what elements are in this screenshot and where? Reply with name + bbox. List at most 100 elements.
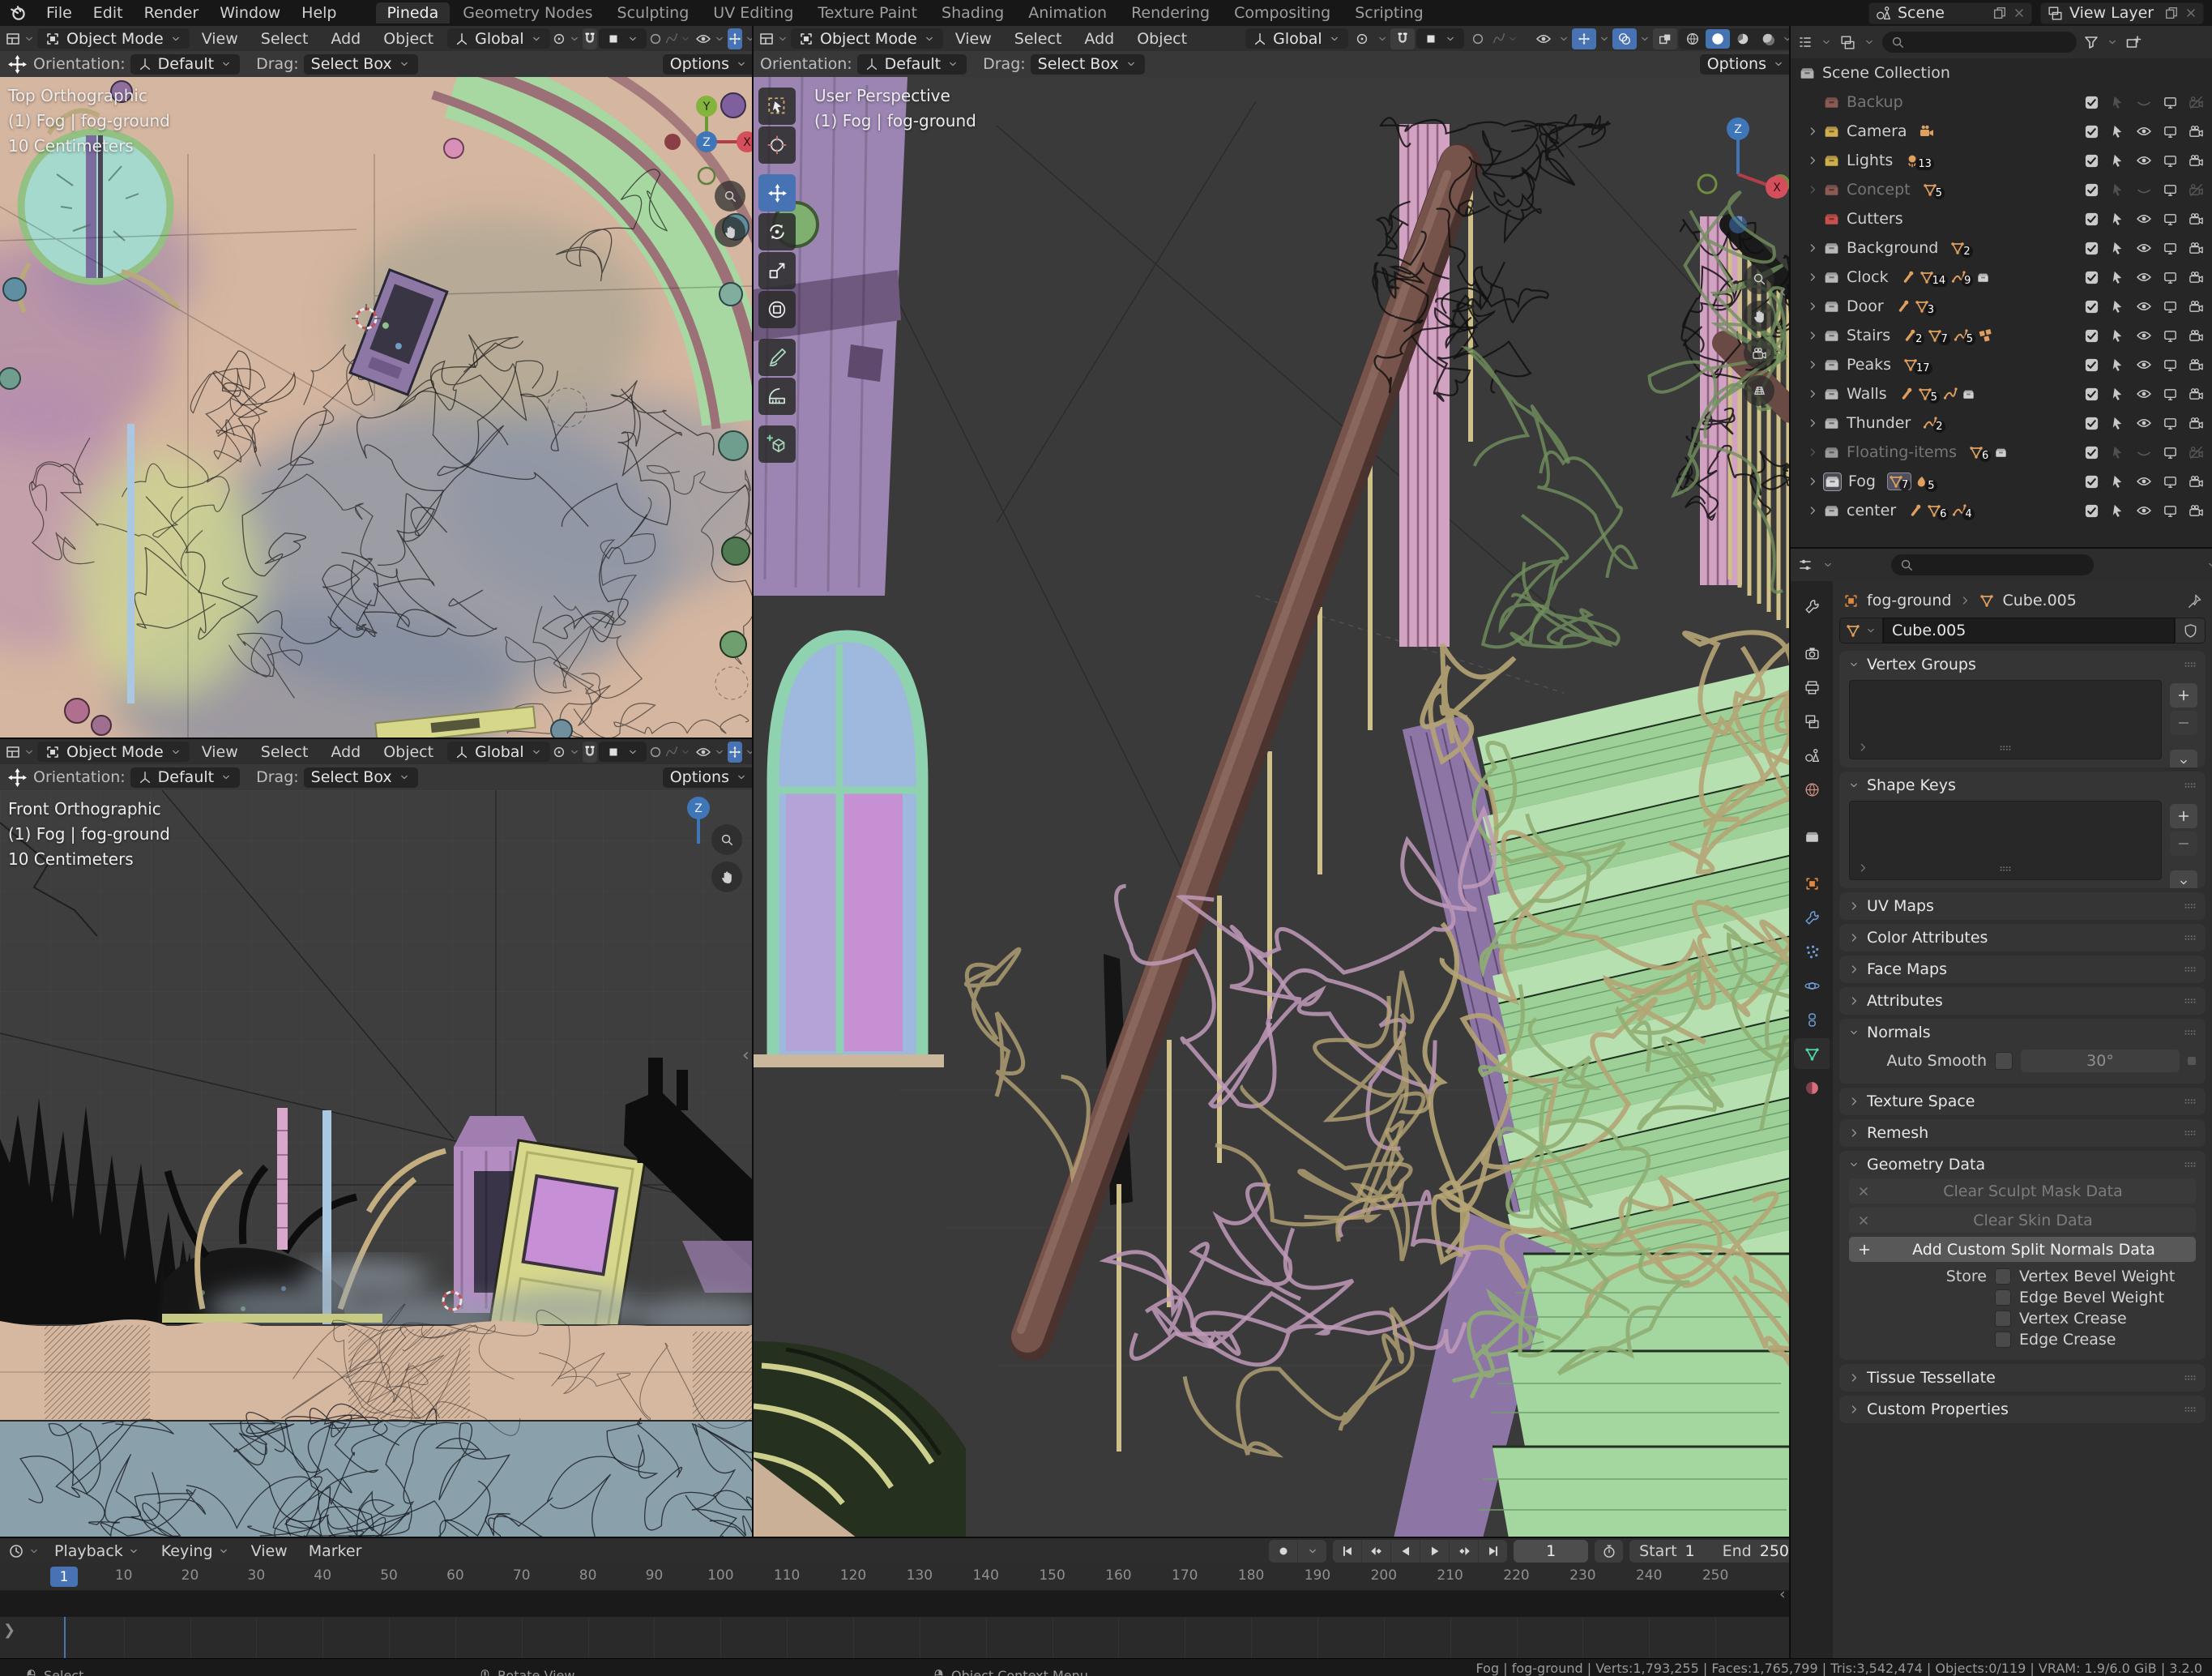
plank-object[interactable]	[127, 424, 135, 703]
expand-arrow-icon[interactable]	[1802, 446, 1823, 459]
mode-dropdown[interactable]: Object Mode	[37, 28, 190, 49]
auto-smooth-angle-field[interactable]: 30°	[2021, 1050, 2180, 1072]
panel-grip-icon[interactable]	[2183, 962, 2197, 977]
xray-toggle-icon[interactable]	[1653, 28, 1677, 49]
options-dropdown[interactable]: Options	[1699, 53, 1792, 75]
selectable-icon[interactable]	[2110, 416, 2125, 431]
disable-viewport-icon[interactable]	[2163, 182, 2178, 198]
panel-face-maps-header[interactable]: Face Maps	[1839, 956, 2206, 983]
disable-render-icon[interactable]	[2189, 182, 2204, 198]
expand-arrow-icon[interactable]	[1802, 358, 1823, 371]
panel-grip-icon[interactable]	[2183, 1370, 2197, 1385]
disable-viewport-icon[interactable]	[2163, 503, 2178, 519]
properties-tab-world[interactable]	[1794, 774, 1830, 805]
expand-arrow-icon[interactable]	[1802, 475, 1823, 488]
properties-tab-constraints[interactable]	[1794, 1004, 1830, 1035]
array-data-icon[interactable]	[1978, 327, 1994, 344]
keying-set-dropdown[interactable]	[1298, 1540, 1326, 1563]
workspace-tab-texture-paint[interactable]: Texture Paint	[806, 2, 929, 24]
viewport-menu-view[interactable]: View	[191, 30, 249, 48]
disable-viewport-icon[interactable]	[2163, 387, 2178, 402]
viewport-menu-object[interactable]: Object	[373, 743, 444, 761]
collection-instance-icon[interactable]	[1975, 270, 1991, 285]
panel-texture-space-header[interactable]: Texture Space	[1839, 1088, 2206, 1115]
workspace-tab-scripting[interactable]: Scripting	[1343, 2, 1435, 24]
pink-pole-object[interactable]	[277, 1108, 288, 1250]
resize-grip-icon[interactable]	[1998, 741, 2013, 755]
add-cube-tool[interactable]	[758, 425, 796, 463]
options-dropdown[interactable]: Options	[662, 767, 755, 788]
shading-rendered-icon[interactable]	[1756, 29, 1780, 49]
properties-search-input[interactable]	[1891, 554, 2094, 575]
window-object[interactable]	[754, 630, 944, 1067]
edge-bevel-weight-checkbox[interactable]	[1995, 1289, 2011, 1306]
pivot-point-icon[interactable]	[552, 742, 566, 763]
rotate-tool[interactable]	[758, 213, 796, 250]
next-keyframe-icon[interactable]	[1450, 1540, 1480, 1563]
mesh-data-icon[interactable]: 6	[1968, 444, 1992, 462]
expand-arrow-icon[interactable]	[1802, 329, 1823, 342]
expand-arrow-icon[interactable]	[1802, 504, 1823, 517]
play-reverse-icon[interactable]	[1391, 1540, 1421, 1563]
frame-range-fields[interactable]: Start 1 End 250	[1629, 1540, 1799, 1563]
copy-icon[interactable]	[2164, 6, 2179, 20]
panel-grip-icon[interactable]	[2183, 899, 2197, 913]
expand-arrow-icon[interactable]	[1856, 741, 1869, 754]
timeline-menu-keying[interactable]: Keying	[151, 1542, 241, 1560]
expand-arrow-icon[interactable]	[1802, 387, 1823, 400]
disable-render-icon[interactable]	[2189, 124, 2204, 139]
stopwatch-icon[interactable]	[1595, 1540, 1623, 1563]
curve-data-icon[interactable]: 5	[1953, 327, 1975, 345]
clear-skin-data-button[interactable]: Clear Skin Data	[1849, 1208, 2196, 1233]
exclude-checkbox-icon[interactable]	[2084, 416, 2099, 431]
panel-grip-icon[interactable]	[2183, 657, 2197, 672]
zoom-icon[interactable]	[711, 824, 742, 855]
timeline-menu-playback[interactable]: Playback	[44, 1542, 151, 1560]
panel-attributes-header[interactable]: Attributes	[1839, 987, 2206, 1015]
transform-orientation-dropdown[interactable]: Global	[447, 28, 550, 49]
overlays-toggle-icon[interactable]	[1612, 28, 1637, 49]
exclude-checkbox-icon[interactable]	[2084, 445, 2099, 460]
hide-eye-closed-icon[interactable]	[2136, 444, 2152, 460]
disable-viewport-icon[interactable]	[2163, 124, 2178, 139]
outliner-editor-icon[interactable]	[1797, 34, 1813, 50]
hide-eye-icon[interactable]	[2136, 240, 2152, 256]
snap-toggle-icon[interactable]	[582, 741, 597, 763]
object-visibility-icon[interactable]	[1531, 28, 1556, 49]
object-visibility-icon[interactable]	[695, 742, 711, 763]
outliner-row-floating-items[interactable]: Floating-items 6	[1791, 438, 2212, 467]
specials-menu-button[interactable]	[2170, 750, 2197, 767]
menu-window[interactable]: Window	[209, 4, 291, 22]
edge-crease-checkbox[interactable]	[1995, 1332, 2011, 1348]
editor-type-icon[interactable]	[5, 31, 21, 47]
channels-expand-arrow[interactable]: ❯	[3, 1622, 15, 1639]
move-tool[interactable]	[758, 174, 796, 212]
workspace-tab-geometry-nodes[interactable]: Geometry Nodes	[451, 2, 604, 24]
armature-data-icon[interactable]	[1907, 502, 1924, 519]
expand-arrow-icon[interactable]	[1856, 862, 1869, 874]
outliner-root-row[interactable]: Scene Collection	[1791, 58, 2212, 88]
disable-viewport-icon[interactable]	[2163, 328, 2178, 344]
proportional-editing-icon[interactable]	[648, 742, 663, 763]
selectable-icon[interactable]	[2110, 212, 2125, 227]
panel-remesh-header[interactable]: Remesh	[1839, 1119, 2206, 1147]
disable-render-icon[interactable]	[2189, 153, 2204, 169]
properties-tab-physics[interactable]	[1794, 970, 1830, 1001]
viewport-menu-object[interactable]: Object	[373, 30, 444, 48]
panel-grip-icon[interactable]	[2183, 1025, 2197, 1040]
collection-instance-icon[interactable]	[1993, 445, 2009, 460]
camera-view-icon[interactable]	[1744, 338, 1774, 369]
selectable-icon[interactable]	[2110, 153, 2125, 169]
disable-render-icon[interactable]	[2189, 503, 2204, 519]
properties-tab-object[interactable]	[1794, 868, 1830, 899]
main-viewport-scene[interactable]: Z X	[754, 77, 1791, 1538]
clear-sculpt-mask-button[interactable]: Clear Sculpt Mask Data	[1849, 1178, 2196, 1204]
proportional-editing-icon[interactable]	[1466, 28, 1490, 49]
workspace-tab-uv-editing[interactable]: UV Editing	[702, 2, 805, 24]
menu-file[interactable]: File	[36, 4, 83, 22]
gizmo-toggle-icon[interactable]	[1572, 28, 1596, 49]
disable-render-icon[interactable]	[2189, 328, 2204, 344]
outliner-row-clock[interactable]: Clock 14 9	[1791, 263, 2212, 292]
armature-data-icon[interactable]	[1900, 269, 1916, 285]
properties-tab-output[interactable]	[1794, 672, 1830, 703]
